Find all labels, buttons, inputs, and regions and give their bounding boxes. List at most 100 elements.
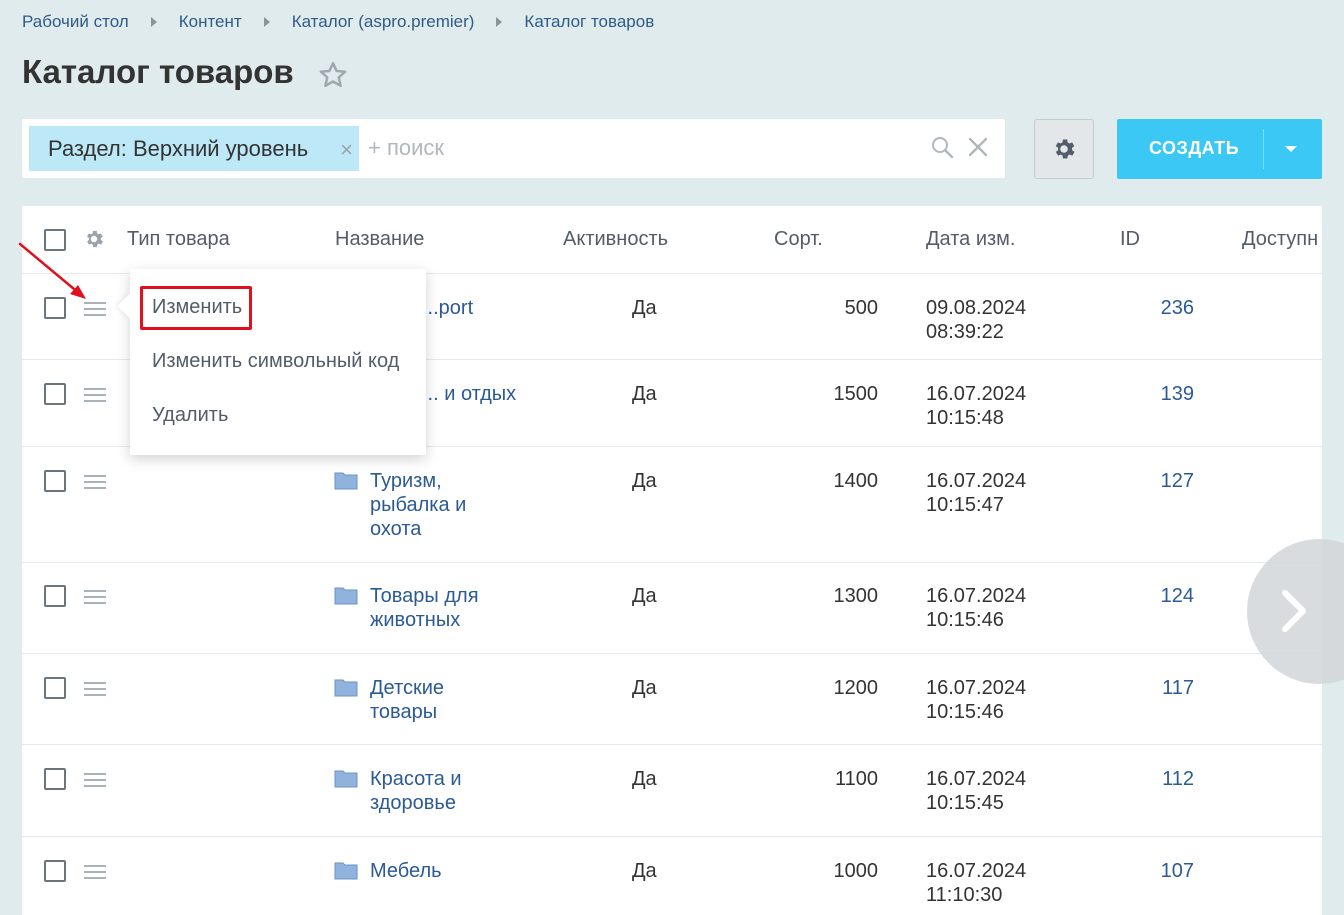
column-header-active[interactable]: Активность xyxy=(563,228,668,251)
row-date: 16.07.2024 xyxy=(926,677,1027,699)
column-header-type[interactable]: Тип товара xyxy=(127,228,230,251)
row-date: 09.08.2024 xyxy=(926,297,1027,319)
row-name[interactable]: Туризм, рыбалка и охота xyxy=(370,469,500,541)
search-input[interactable]: + поиск xyxy=(368,135,444,161)
row-active: Да xyxy=(632,860,657,882)
row-date: 16.07.2024 xyxy=(926,383,1027,405)
row-active: Да xyxy=(632,585,657,607)
filter-tag-label: Раздел: Верхний уровень xyxy=(48,135,309,161)
folder-icon xyxy=(334,862,358,880)
annotation-arrow-icon xyxy=(18,242,86,299)
row-id[interactable]: 112 xyxy=(1114,767,1194,791)
folder-icon xyxy=(334,679,358,697)
row-checkbox[interactable] xyxy=(44,383,66,405)
row-name[interactable]: ...port xyxy=(422,296,473,320)
row-context-menu: Изменить Изменить символьный код Удалить xyxy=(117,269,426,455)
row-time: 10:15:46 xyxy=(926,609,1004,631)
row-sort: 1100 xyxy=(834,768,878,790)
row-id[interactable]: 107 xyxy=(1114,859,1194,883)
row-id[interactable]: 139 xyxy=(1114,382,1194,406)
table-row[interactable]: Туризм, рыбалка и охота Да 1400 16.07.20… xyxy=(22,447,1322,563)
settings-button[interactable] xyxy=(1034,119,1094,179)
row-time: 10:15:45 xyxy=(926,792,1004,814)
column-header-available[interactable]: Доступн xyxy=(1242,228,1318,251)
column-header-id[interactable]: ID xyxy=(1120,228,1140,251)
create-button-label: СОЗДАТЬ xyxy=(1149,138,1240,158)
chevron-down-icon[interactable] xyxy=(1285,146,1297,152)
breadcrumb-item-products[interactable]: Каталог товаров xyxy=(524,12,654,32)
breadcrumb: Рабочий стол Контент Каталог (aspro.prem… xyxy=(22,12,654,32)
row-sort: 500 xyxy=(844,297,878,319)
grid-header: Тип товара Название Активность Сорт. Дат… xyxy=(22,206,1322,274)
row-checkbox[interactable] xyxy=(44,677,66,699)
gear-icon xyxy=(1055,139,1075,159)
column-header-date[interactable]: Дата изм. xyxy=(926,228,1016,251)
row-date: 16.07.2024 xyxy=(926,860,1027,882)
row-date: 16.07.2024 xyxy=(926,768,1027,790)
breadcrumb-separator-icon xyxy=(150,17,157,27)
filter-tag-remove-icon[interactable]: × xyxy=(340,137,353,163)
folder-icon xyxy=(334,770,358,788)
row-sort: 1200 xyxy=(833,677,879,699)
row-time: 10:15:46 xyxy=(926,701,1004,723)
close-icon[interactable] xyxy=(966,135,990,159)
breadcrumb-item-catalog[interactable]: Каталог (aspro.premier) xyxy=(292,12,475,32)
menu-item-edit-code[interactable]: Изменить символьный код xyxy=(152,350,399,373)
row-name[interactable]: ... и отдых xyxy=(422,382,516,406)
row-checkbox[interactable] xyxy=(44,768,66,790)
column-header-name[interactable]: Название xyxy=(335,228,424,251)
chevron-right-icon xyxy=(1282,590,1306,632)
row-date: 16.07.2024 xyxy=(926,470,1027,492)
table-row[interactable]: Товары для животных Да 1300 16.07.2024 1… xyxy=(22,563,1322,654)
row-active: Да xyxy=(632,768,657,790)
table-row[interactable]: Мебель Да 1000 16.07.2024 11:10:30 107 xyxy=(22,837,1322,915)
row-active: Да xyxy=(632,297,657,319)
row-id[interactable]: 117 xyxy=(1114,676,1194,700)
row-sort: 1000 xyxy=(833,860,879,882)
row-name[interactable]: Мебель xyxy=(370,859,442,883)
breadcrumb-separator-icon xyxy=(496,17,503,27)
breadcrumb-item-content[interactable]: Контент xyxy=(179,12,242,32)
create-button-divider xyxy=(1263,129,1264,169)
filter-bar[interactable]: Раздел: Верхний уровень × + поиск xyxy=(22,119,1005,178)
menu-icon[interactable] xyxy=(84,773,106,787)
menu-icon[interactable] xyxy=(84,682,106,696)
row-time: 10:15:48 xyxy=(926,407,1004,429)
row-name[interactable]: Детские товары xyxy=(370,676,480,724)
menu-icon[interactable] xyxy=(84,590,106,604)
menu-icon[interactable] xyxy=(84,388,106,402)
menu-icon[interactable] xyxy=(84,865,106,879)
row-active: Да xyxy=(632,470,657,492)
row-name[interactable]: Товары для животных xyxy=(370,584,500,632)
search-icon[interactable] xyxy=(930,135,954,159)
breadcrumb-item-desktop[interactable]: Рабочий стол xyxy=(22,12,129,32)
row-time: 10:15:47 xyxy=(926,494,1004,516)
table-row[interactable]: Красота и здоровье Да 1100 16.07.2024 10… xyxy=(22,745,1322,837)
column-header-sort[interactable]: Сорт. xyxy=(774,228,823,251)
row-active: Да xyxy=(632,677,657,699)
row-date: 16.07.2024 xyxy=(926,585,1027,607)
folder-icon xyxy=(334,587,358,605)
create-button[interactable]: СОЗДАТЬ xyxy=(1117,119,1322,179)
breadcrumb-separator-icon xyxy=(263,17,270,27)
menu-item-delete[interactable]: Удалить xyxy=(152,404,228,427)
menu-icon[interactable] xyxy=(84,475,106,489)
page-title: Каталог товаров xyxy=(22,53,294,90)
menu-item-edit[interactable]: Изменить xyxy=(152,296,242,319)
row-checkbox[interactable] xyxy=(44,860,66,882)
row-id[interactable]: 127 xyxy=(1114,469,1194,493)
row-active: Да xyxy=(632,383,657,405)
row-sort: 1500 xyxy=(833,383,879,405)
row-id[interactable]: 236 xyxy=(1114,296,1194,320)
star-icon[interactable] xyxy=(318,60,348,90)
table-row[interactable]: Детские товары Да 1200 16.07.2024 10:15:… xyxy=(22,654,1322,745)
row-checkbox[interactable] xyxy=(44,585,66,607)
row-id[interactable]: 124 xyxy=(1114,584,1194,608)
row-name[interactable]: Красота и здоровье xyxy=(370,767,480,815)
row-time: 11:10:30 xyxy=(926,884,1003,906)
folder-icon xyxy=(334,472,358,490)
row-checkbox[interactable] xyxy=(44,470,66,492)
row-sort: 1300 xyxy=(833,585,879,607)
filter-tag[interactable]: Раздел: Верхний уровень × xyxy=(29,126,359,171)
row-time: 08:39:22 xyxy=(926,321,1004,343)
